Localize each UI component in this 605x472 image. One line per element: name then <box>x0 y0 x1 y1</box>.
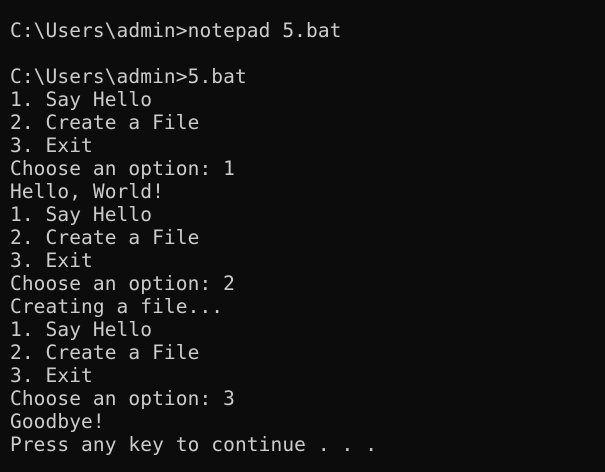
terminal-line-menu-option-3: 3. Exit <box>10 134 93 157</box>
terminal-line-menu-option-2: 2. Create a File <box>10 111 200 134</box>
terminal-window[interactable]: C:\Users\admin>notepad 5.bat C:\Users\ad… <box>0 0 605 472</box>
terminal-line-menu-option-2: 2. Create a File <box>10 226 200 249</box>
terminal-line-menu-option-2: 2. Create a File <box>10 341 200 364</box>
terminal-line-choice-prompt: Choose an option: 1 <box>10 157 235 180</box>
terminal-line-output: Creating a file... <box>10 295 224 318</box>
terminal-line-choice-prompt: Choose an option: 2 <box>10 272 235 295</box>
terminal-line-menu-option-1: 1. Say Hello <box>10 318 153 341</box>
terminal-line-menu-option-1: 1. Say Hello <box>10 88 153 111</box>
terminal-line-choice-prompt: Choose an option: 3 <box>10 387 235 410</box>
terminal-line-menu-option-3: 3. Exit <box>10 249 93 272</box>
terminal-line-output: Goodbye! <box>10 410 105 433</box>
terminal-line-menu-option-1: 1. Say Hello <box>10 203 153 226</box>
terminal-line-output: Hello, World! <box>10 180 164 203</box>
terminal-line-menu-option-3: 3. Exit <box>10 364 93 387</box>
terminal-line-command-run-bat: C:\Users\admin>5.bat <box>10 65 247 88</box>
terminal-line-command-notepad: C:\Users\admin>notepad 5.bat <box>10 19 342 42</box>
terminal-line-pause-prompt: Press any key to continue . . . <box>10 433 378 456</box>
